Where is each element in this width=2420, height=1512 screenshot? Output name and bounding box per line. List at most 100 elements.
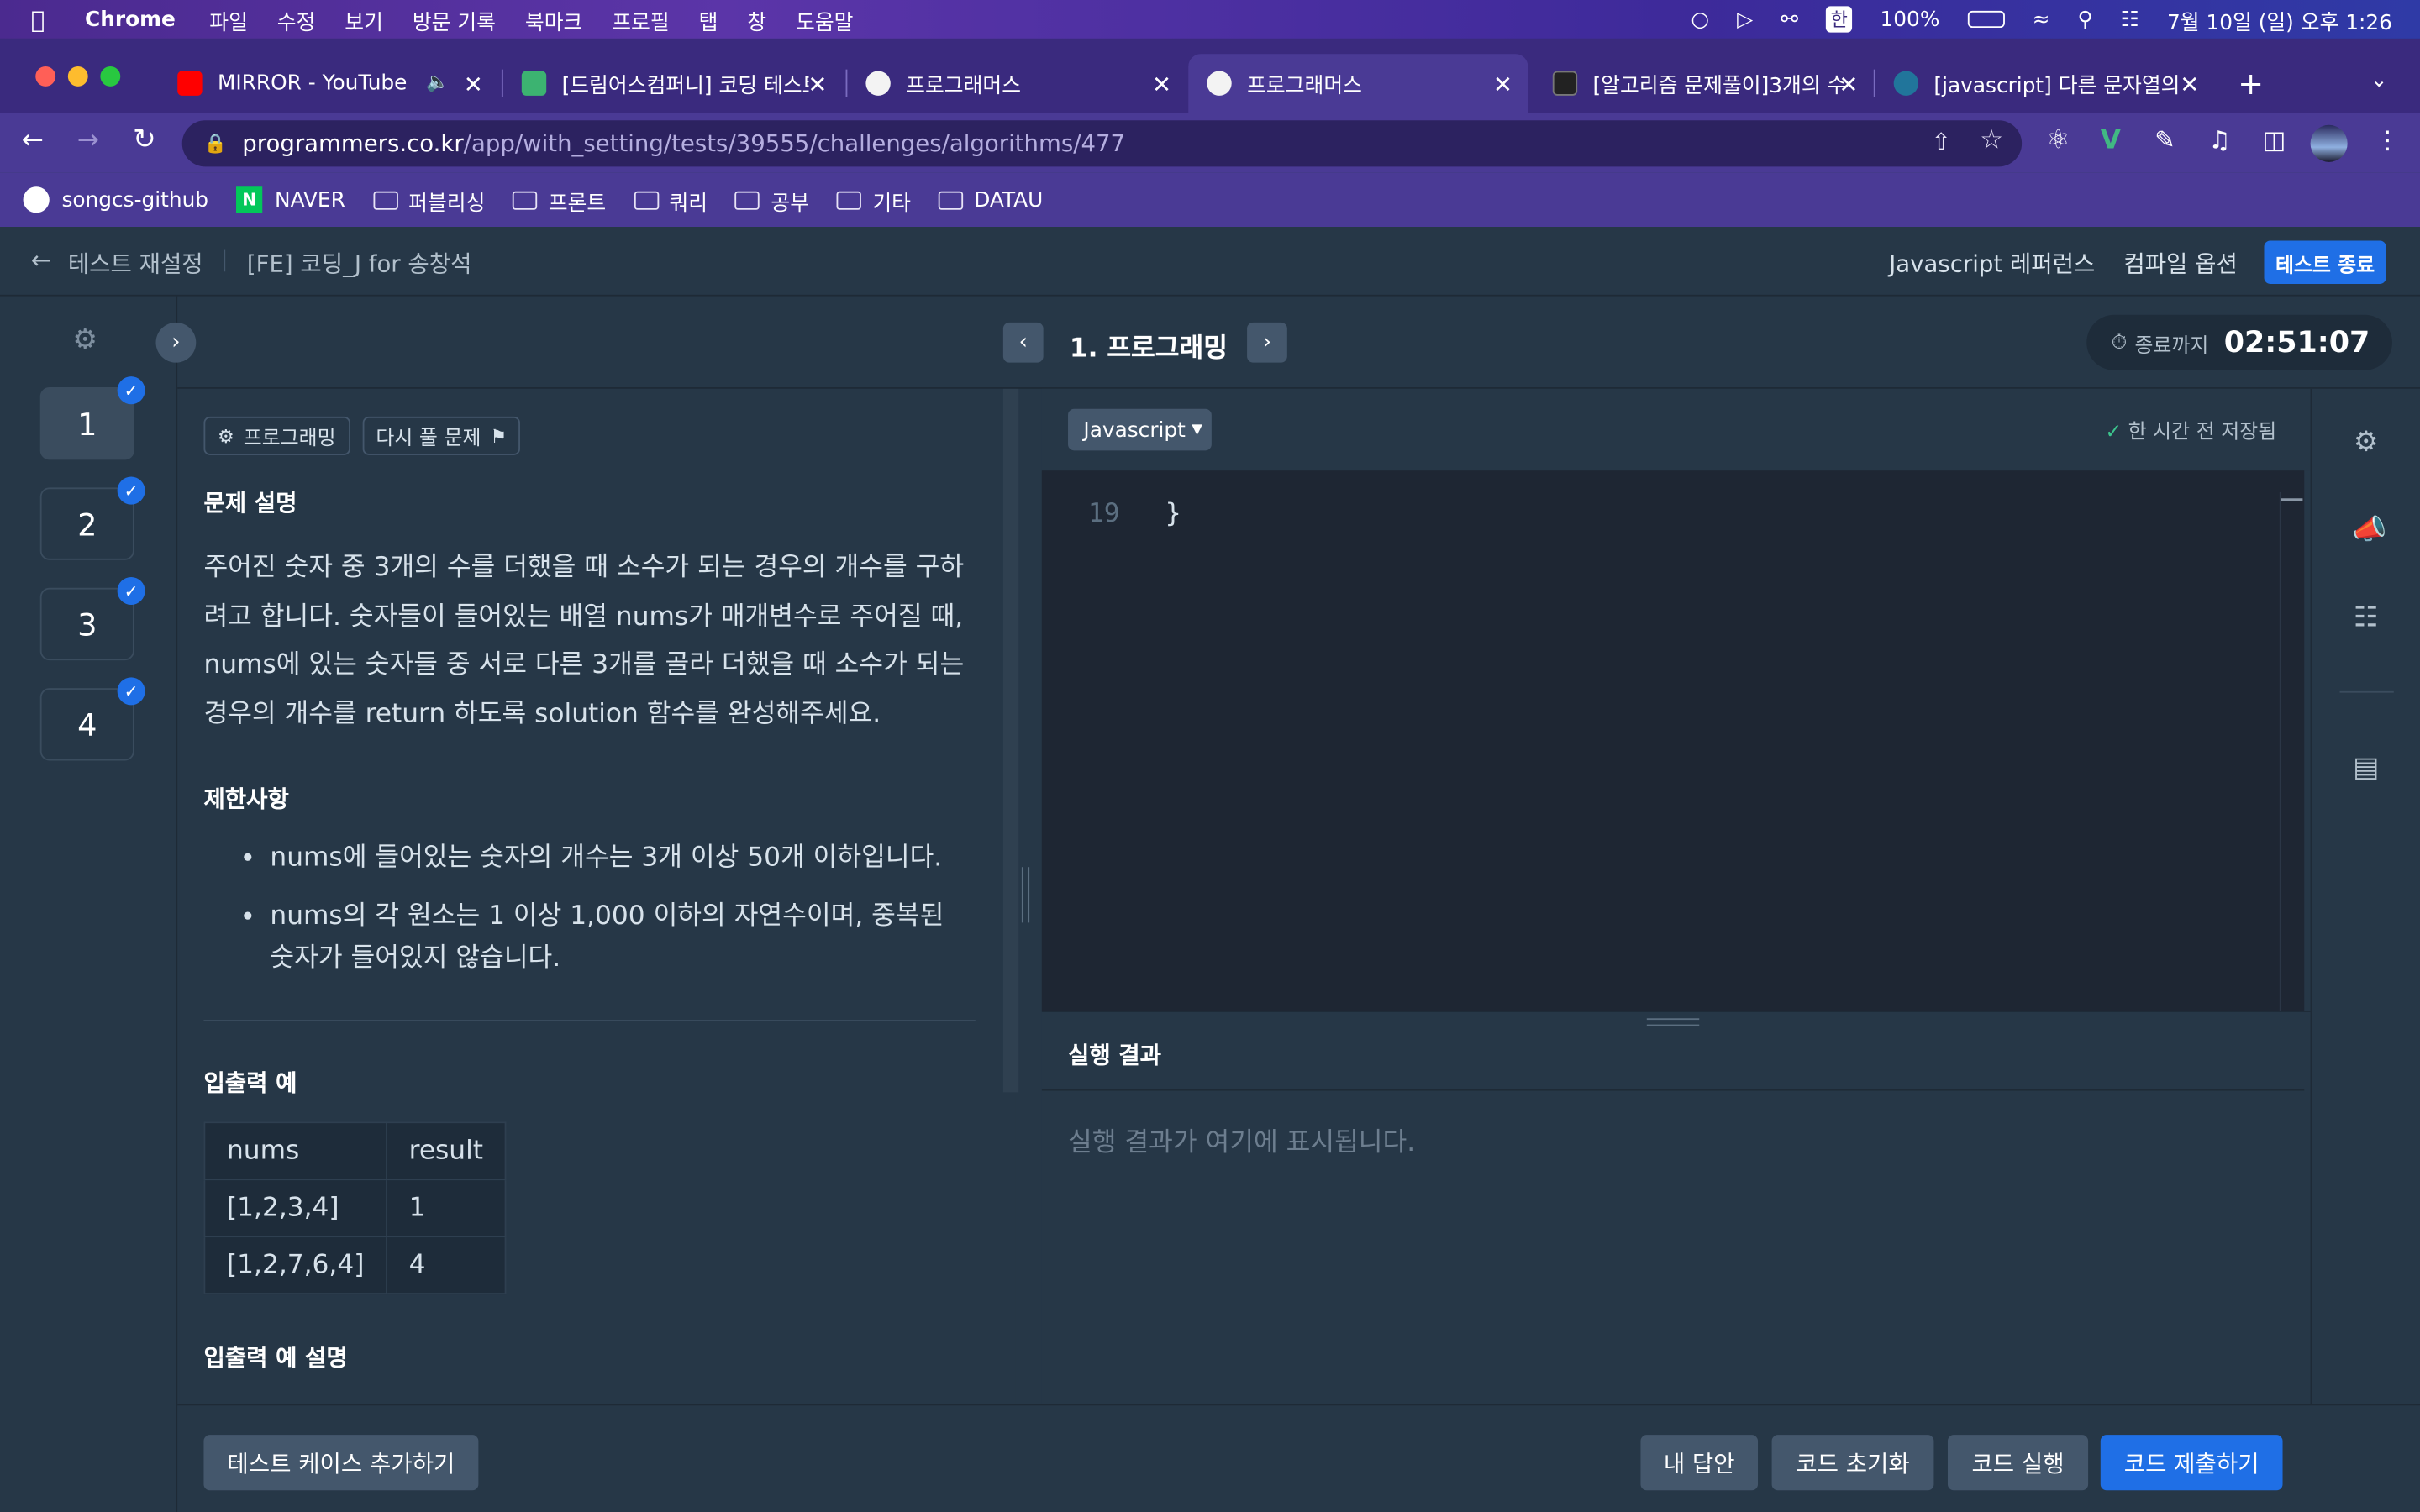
add-testcase-button[interactable]: 테스트 케이스 추가하기	[203, 1435, 479, 1491]
description-line: nums에 있는 숫자들 중 서로 다른 3개를 골라 더했을 때 소수가 되는	[203, 649, 965, 681]
close-tab-icon[interactable]: ✕	[1839, 71, 1858, 98]
expand-sidebar-button[interactable]: ›	[155, 322, 197, 363]
language-select[interactable]: Javascript ▼	[1068, 408, 1212, 451]
problem-scrollbar[interactable]	[1002, 388, 1019, 1093]
description-text: 주어진 숫자 중 3개의 수를 더했을 때 소수가 되는 경우의 개수를 구하 …	[203, 544, 991, 738]
menu-help[interactable]: 도움말	[796, 4, 853, 34]
bookmark-folder-study[interactable]: 공부	[735, 184, 809, 215]
app-menu[interactable]: Chrome	[85, 7, 176, 31]
compile-options-link[interactable]: 컴파일 옵션	[2123, 247, 2238, 280]
retry-problem-chip[interactable]: 다시 풀 문제 ⚑	[361, 416, 521, 455]
react-devtools-icon[interactable]: ⚛	[2047, 125, 2070, 156]
tab-programmers-1[interactable]: 프로그래머스 ✕	[847, 54, 1186, 113]
back-icon[interactable]: ←	[22, 125, 44, 156]
close-tab-icon[interactable]: ✕	[1493, 71, 1512, 98]
speaker-icon[interactable]: 🔈	[426, 71, 449, 92]
menu-bookmarks[interactable]: 북마크	[525, 4, 582, 34]
vue-devtools-icon[interactable]: V	[2101, 125, 2121, 156]
table-cell: [1,2,7,6,4]	[203, 1236, 387, 1295]
minimap[interactable]	[2279, 491, 2304, 1011]
end-test-button[interactable]: 테스트 종료	[2264, 240, 2386, 284]
play-icon[interactable]: ▷	[1737, 7, 1753, 31]
results-resize-handle[interactable]	[1646, 1018, 1700, 1026]
category-chip: ⚙ 프로그래밍	[203, 416, 350, 455]
apple-icon[interactable]: 	[31, 5, 45, 33]
tab-programmers-2[interactable]: 프로그래머스 ✕	[1188, 54, 1528, 113]
submit-code-button[interactable]: 코드 제출하기	[2100, 1435, 2283, 1491]
bookmark-github[interactable]: songcs-github	[23, 186, 208, 213]
bookmark-naver[interactable]: N NAVER	[236, 186, 345, 213]
bookmark-folder-front[interactable]: 프론트	[513, 184, 606, 215]
back-arrow-icon[interactable]: ←	[31, 245, 52, 275]
datetime[interactable]: 7월 10일 (일) 오후 1:26	[2167, 4, 2392, 34]
next-problem-button[interactable]: ›	[1247, 322, 1287, 363]
side-panel-icon[interactable]: ◫	[2263, 125, 2286, 155]
question-3-button[interactable]: 3 ✓	[39, 576, 145, 661]
tab-javascript-blog[interactable]: [javascript] 다른 문자열의 ✕	[1876, 54, 2215, 113]
reset-code-button[interactable]: 코드 초기화	[1771, 1435, 1934, 1491]
close-tab-icon[interactable]: ✕	[1152, 71, 1171, 98]
bookmark-label: 기타	[872, 190, 911, 216]
media-control-icon[interactable]: ♫	[2208, 125, 2230, 155]
settings-gear-icon[interactable]: ⚙	[2352, 426, 2380, 459]
spotlight-icon[interactable]: ⚲	[2077, 7, 2092, 31]
my-answer-button[interactable]: 내 답안	[1640, 1435, 1759, 1491]
tab-search-icon[interactable]: ⌄	[2370, 70, 2387, 93]
window-minimize-icon[interactable]	[67, 66, 88, 87]
minimap-slider[interactable]	[2281, 498, 2303, 501]
question-1-button[interactable]: 1 ✓	[39, 376, 145, 460]
reset-test-link[interactable]: 테스트 재설정	[68, 247, 203, 280]
window-zoom-icon[interactable]	[100, 66, 121, 87]
chrome-menu-icon[interactable]: ⋮	[2375, 125, 2400, 155]
bookmark-folder-etc[interactable]: 기타	[837, 184, 911, 215]
panel-resize-handle[interactable]	[1021, 867, 1030, 923]
js-reference-link[interactable]: Javascript 레퍼런스	[1889, 247, 2095, 280]
chat-status-icon[interactable]: ○	[1691, 7, 1709, 31]
extensions-icon[interactable]: ✎	[2154, 125, 2175, 155]
battery-icon[interactable]	[1967, 10, 2005, 29]
window-close-icon[interactable]	[35, 66, 56, 87]
question-4-button[interactable]: 4 ✓	[39, 677, 145, 761]
menu-window[interactable]: 창	[747, 4, 766, 34]
tab-dreamus[interactable]: [드림어스컴퍼니] 코딩 테스트 ✕	[503, 54, 843, 113]
question-2-button[interactable]: 2 ✓	[39, 476, 145, 560]
run-code-button[interactable]: 코드 실행	[1947, 1435, 2089, 1491]
tab-youtube[interactable]: MIRROR - YouTube 🔈 ✕	[159, 54, 498, 113]
menu-file[interactable]: 파일	[209, 4, 248, 34]
tab-algorithm-blog[interactable]: [알고리즘 문제풀이]3개의 수 ✕	[1534, 54, 1874, 113]
bookmark-star-icon[interactable]: ☆	[1980, 125, 2003, 156]
control-center-icon[interactable]: ☷	[2121, 7, 2139, 31]
prev-problem-button[interactable]: ‹	[1002, 322, 1044, 363]
reload-icon[interactable]: ↻	[133, 123, 156, 156]
close-tab-icon[interactable]: ✕	[808, 71, 827, 98]
bookmark-folder-datau[interactable]: DATAU	[939, 187, 1043, 213]
menu-history[interactable]: 방문 기록	[413, 4, 496, 34]
menu-view[interactable]: 보기	[345, 4, 383, 34]
bookmark-folder-query[interactable]: 쿼리	[634, 184, 708, 215]
address-bar[interactable]: 🔒 programmers.co.kr /app/with_setting/te…	[182, 120, 2023, 167]
wifi-icon[interactable]: ≈	[2033, 7, 2050, 31]
menu-edit[interactable]: 수정	[277, 4, 316, 34]
bookmark-label: 프론트	[548, 190, 607, 216]
problem-list-icon[interactable]: ⚙	[72, 324, 97, 357]
question-number: 1	[77, 405, 97, 443]
book-icon[interactable]: ☷	[2352, 601, 2380, 634]
programming-icon: ⚙	[217, 425, 234, 447]
share-icon[interactable]: ⇧	[1932, 128, 1951, 155]
megaphone-icon[interactable]: 📣	[2352, 514, 2386, 547]
lock-icon[interactable]: 🔒	[203, 133, 226, 155]
ime-indicator[interactable]: 한	[1826, 6, 1853, 33]
feedback-icon[interactable]: ▤	[2352, 751, 2380, 784]
close-tab-icon[interactable]: ✕	[2180, 71, 2199, 98]
close-tab-icon[interactable]: ✕	[464, 71, 483, 98]
bookmark-folder-publishing[interactable]: 퍼블리싱	[372, 184, 485, 215]
forward-icon[interactable]: →	[77, 125, 99, 156]
menu-tab[interactable]: 탭	[699, 4, 718, 34]
avatar[interactable]	[2310, 124, 2348, 162]
code-editor[interactable]: 19 }	[1041, 470, 2305, 1011]
new-tab-button[interactable]: +	[2238, 65, 2264, 102]
description-heading: 문제 설명	[203, 489, 297, 517]
menu-profile[interactable]: 프로필	[612, 4, 669, 34]
problem-description-panel: ⚙ 프로그래밍 다시 풀 문제 ⚑ 문제 설명 주어진 숫자 중 3개의 수를 더했…	[179, 388, 1016, 1404]
airpods-icon[interactable]: ⚯	[1781, 7, 1798, 31]
